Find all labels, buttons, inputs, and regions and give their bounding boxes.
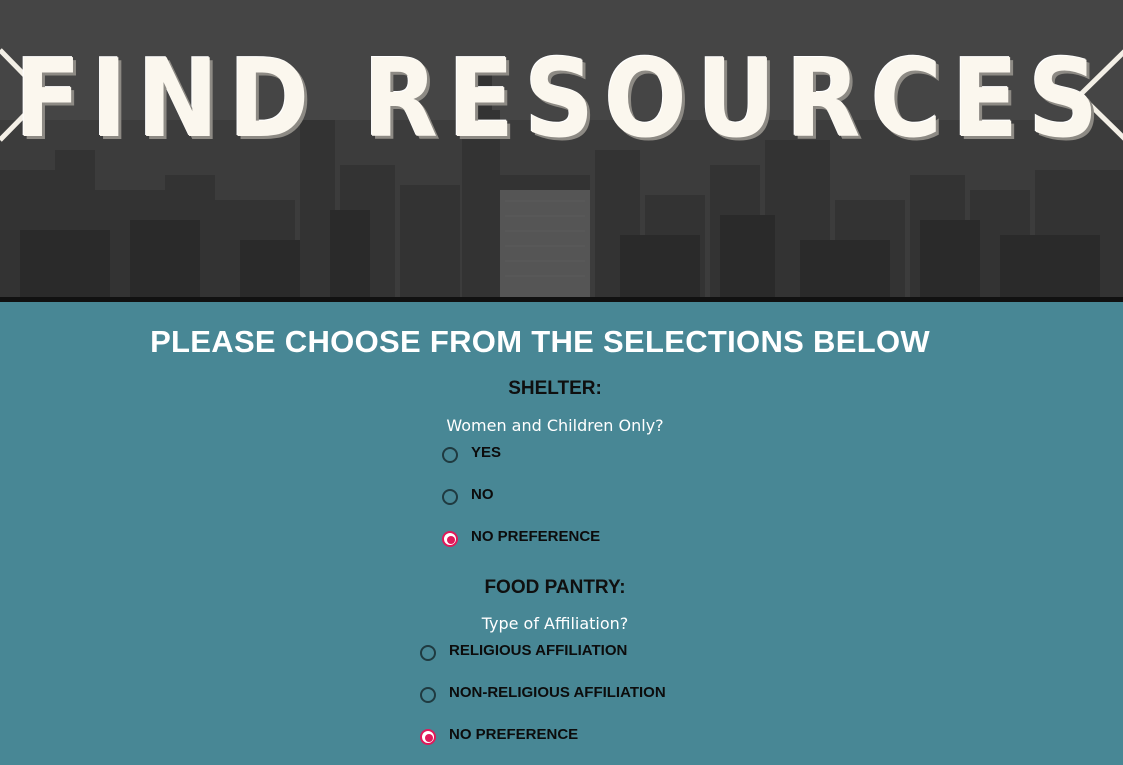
food-pantry-question: Type of Affiliation? [481,614,629,633]
hero-banner: FIND RESOURCES [0,0,1123,298]
hero-title: FIND RESOURCES [14,37,1109,162]
shelter-option-yes[interactable]: YES [442,444,502,463]
radio-button-selected[interactable] [420,728,436,745]
option-label: NON-RELIGIOUS AFFILIATION [449,684,666,701]
shelter-option-no-preference[interactable]: NO PREFERENCE [442,528,601,547]
option-label: RELIGIOUS AFFILIATION [449,642,628,659]
radio-button[interactable] [442,446,458,463]
shelter-section-label: SHELTER: [508,378,602,399]
food-pantry-option-non-religious[interactable]: NON-RELIGIOUS AFFILIATION [420,684,666,703]
option-label: YES [471,444,502,461]
option-label: NO [471,486,494,503]
page-title: PLEASE CHOOSE FROM THE SELECTIONS BELOW [150,324,930,359]
radio-button[interactable] [420,686,436,703]
food-pantry-section-label: FOOD PANTRY: [484,577,626,598]
option-label: NO PREFERENCE [449,726,579,743]
selection-form: PLEASE CHOOSE FROM THE SELECTIONS BELOW … [0,302,1123,765]
option-label: NO PREFERENCE [471,528,601,545]
shelter-option-no[interactable]: NO [442,486,494,505]
radio-button-selected[interactable] [442,530,458,547]
radio-button[interactable] [442,488,458,505]
shelter-question: Women and Children Only? [446,416,664,435]
food-pantry-option-no-preference[interactable]: NO PREFERENCE [420,726,579,745]
food-pantry-option-religious[interactable]: RELIGIOUS AFFILIATION [420,642,628,661]
radio-button[interactable] [420,644,436,661]
